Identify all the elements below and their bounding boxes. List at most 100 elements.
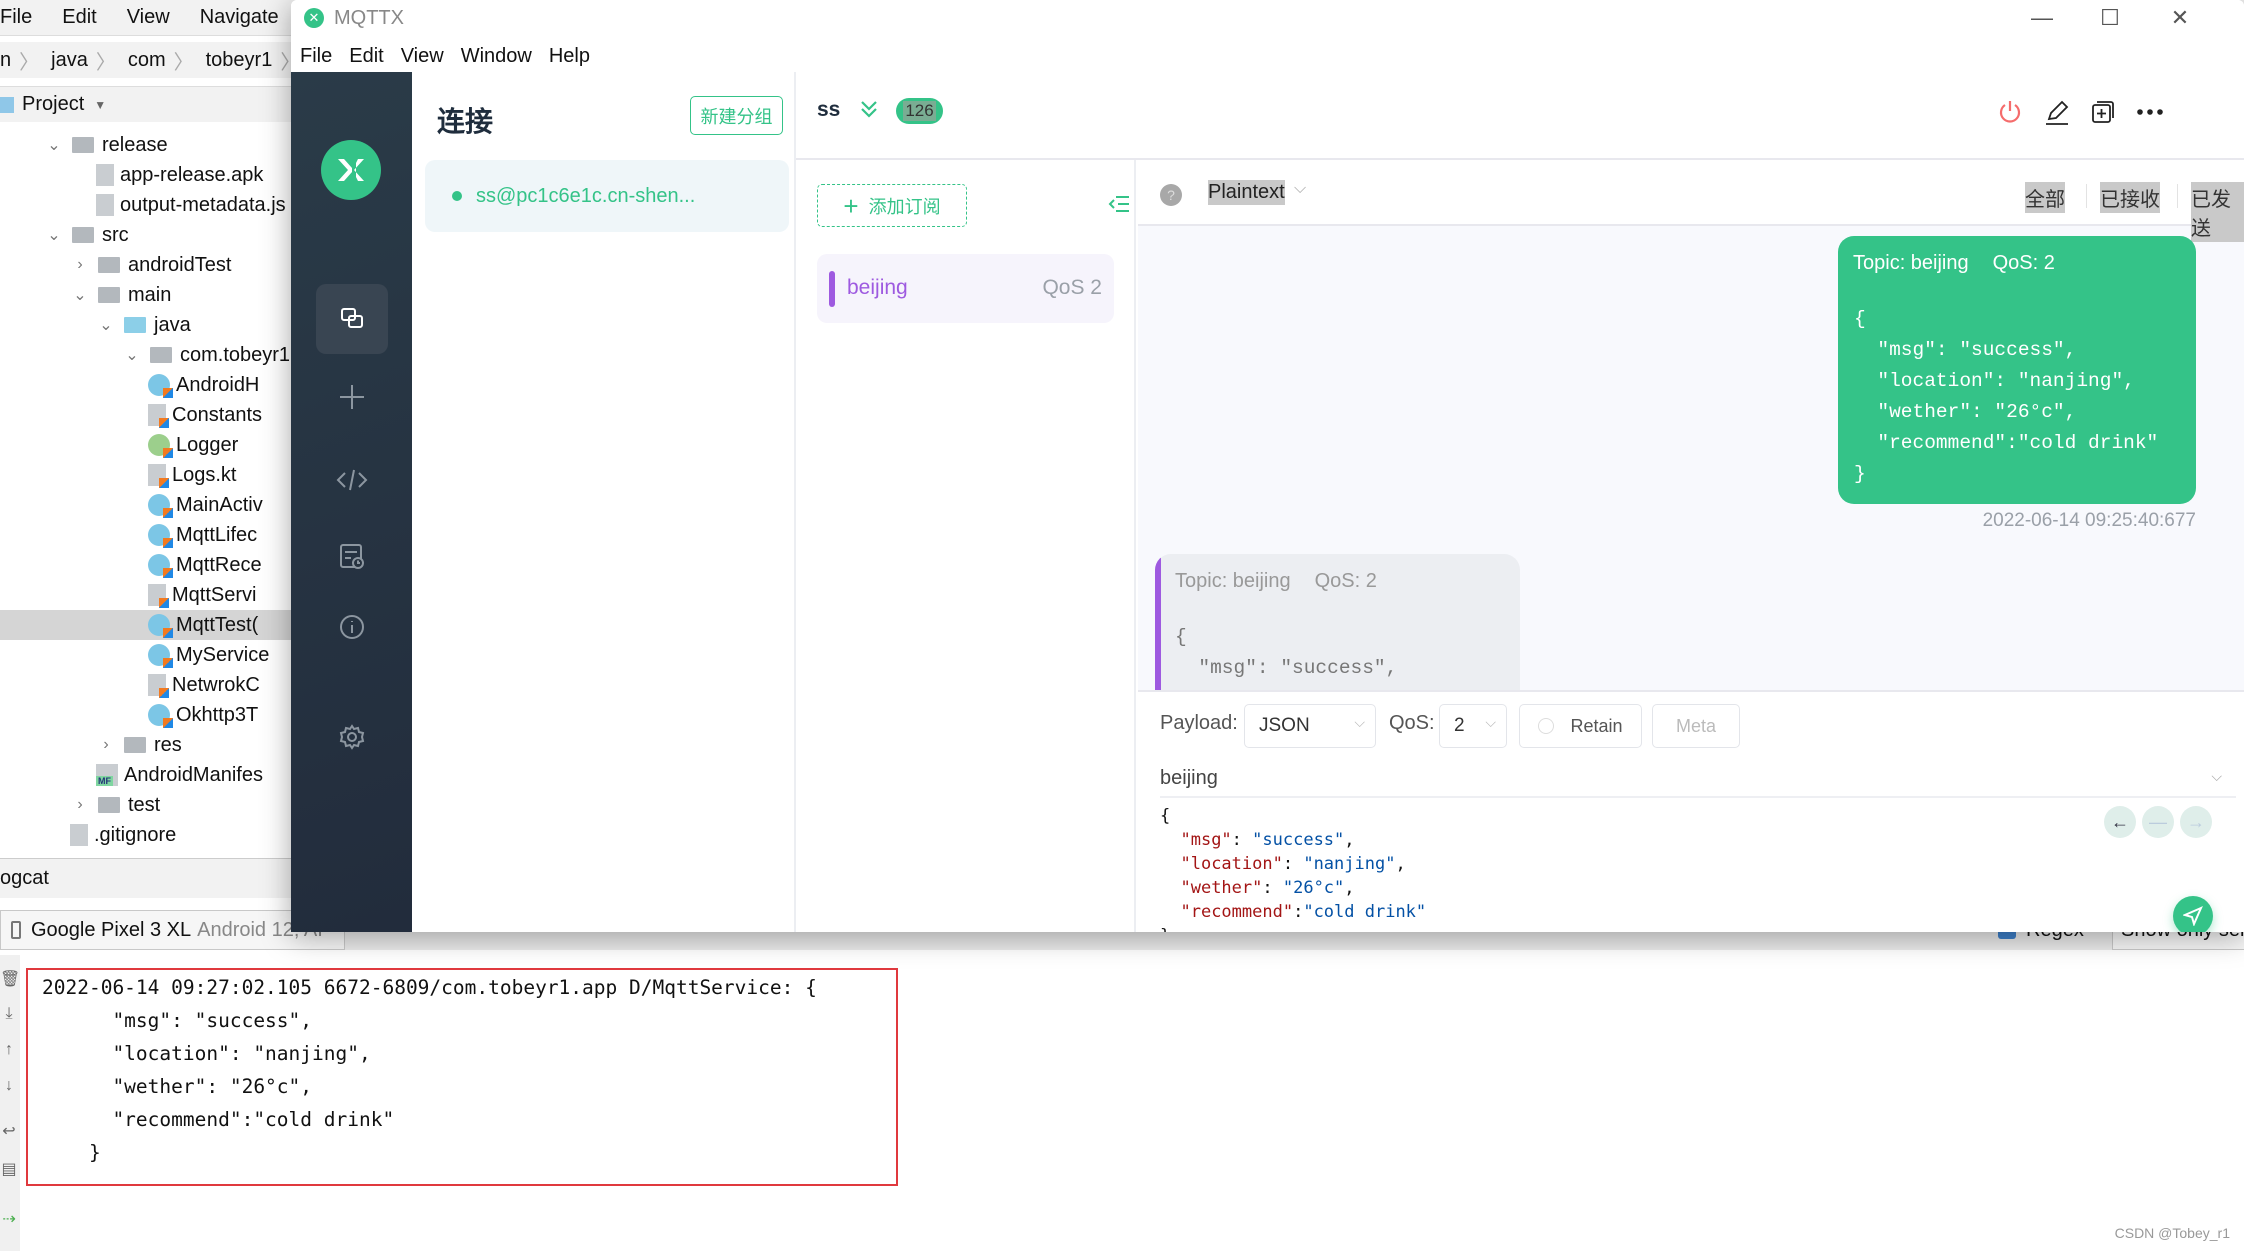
menu-help[interactable]: Help bbox=[549, 45, 590, 68]
chevron-down-icon[interactable]: ⌵ bbox=[2211, 768, 2222, 785]
tree-item[interactable]: › androidTest bbox=[0, 250, 231, 280]
logcat-tab[interactable]: ogcat bbox=[0, 858, 300, 898]
new-group-button[interactable]: 新建分组 bbox=[690, 96, 783, 135]
project-view-selector[interactable]: Project ▼ bbox=[0, 86, 300, 122]
as-menu-view[interactable]: View bbox=[127, 6, 170, 29]
filter-tab-all[interactable]: 全部 bbox=[2025, 182, 2065, 213]
tree-item[interactable]: MqttRece bbox=[0, 550, 262, 580]
print-icon[interactable]: ▤ bbox=[0, 1159, 18, 1181]
tree-item[interactable]: ⌄ java bbox=[0, 310, 190, 340]
subscription-item[interactable]: beijing QoS 2 bbox=[817, 254, 1114, 323]
menu-window[interactable]: Window bbox=[461, 45, 532, 68]
collapse-panel-icon[interactable] bbox=[1108, 194, 1130, 219]
nav-script[interactable] bbox=[316, 445, 388, 515]
file-icon bbox=[96, 164, 114, 186]
close-button[interactable]: ✕ bbox=[2145, 0, 2215, 36]
log-line: "recommend":"cold drink" bbox=[42, 1108, 395, 1131]
new-window-button[interactable] bbox=[2085, 94, 2121, 130]
nav-settings[interactable] bbox=[316, 702, 388, 772]
more-options-button[interactable] bbox=[2132, 94, 2168, 130]
restart-icon[interactable]: ⇢ bbox=[0, 1209, 18, 1231]
chevron-down-icon[interactable]: ⌄ bbox=[96, 315, 116, 335]
help-icon[interactable]: ? bbox=[1160, 184, 1182, 206]
tree-item[interactable]: Okhttp3T bbox=[0, 700, 258, 730]
subscription-color-bar bbox=[829, 271, 835, 307]
connection-item[interactable]: ss@pc1c6e1c.cn-shen... bbox=[425, 160, 789, 232]
menu-edit[interactable]: Edit bbox=[349, 45, 383, 68]
duplicate-add-icon bbox=[2092, 101, 2114, 123]
chevron-right-icon[interactable]: › bbox=[70, 256, 90, 274]
tree-item[interactable]: ⌄ src bbox=[0, 220, 128, 250]
tree-item[interactable]: MqttTest( bbox=[0, 610, 300, 640]
retain-toggle[interactable]: Retain bbox=[1519, 704, 1642, 748]
history-reset-button[interactable]: — bbox=[2142, 806, 2174, 838]
sent-message-bubble[interactable]: Topic: beijing QoS: 2 { "msg": "success",… bbox=[1838, 236, 2196, 504]
menu-view[interactable]: View bbox=[401, 45, 444, 68]
add-subscription-button[interactable]: + 添加订阅 bbox=[817, 184, 967, 227]
chevron-down-icon[interactable]: ⌄ bbox=[122, 345, 142, 365]
minus-icon: — bbox=[2149, 811, 2167, 832]
tree-item[interactable]: output-metadata.js bbox=[0, 190, 286, 220]
tree-item[interactable]: NetwrokC bbox=[0, 670, 260, 700]
nav-about[interactable] bbox=[316, 592, 388, 662]
tree-item-label: test bbox=[128, 793, 161, 816]
tree-item[interactable]: ⌄ main bbox=[0, 280, 171, 310]
tree-item[interactable]: app-release.apk bbox=[0, 160, 263, 190]
nav-log[interactable] bbox=[316, 521, 388, 591]
window-title: MQTTX bbox=[334, 6, 404, 29]
title-bar: ✕ MQTTX — ☐ ✕ bbox=[291, 0, 2244, 36]
history-prev-button[interactable]: ← bbox=[2104, 806, 2136, 838]
tree-item[interactable]: Logs.kt bbox=[0, 460, 236, 490]
history-next-button[interactable]: → bbox=[2180, 806, 2212, 838]
publish-topic-input[interactable]: beijing bbox=[1160, 760, 2236, 798]
chevron-down-icon[interactable]: ⌄ bbox=[44, 225, 64, 245]
scroll-to-end-icon[interactable]: ⤓ bbox=[0, 1005, 18, 1027]
meta-button[interactable]: Meta bbox=[1652, 704, 1740, 748]
tree-item[interactable]: .gitignore bbox=[0, 820, 176, 850]
tree-item[interactable]: Constants bbox=[0, 400, 262, 430]
tree-item[interactable]: MqttLifec bbox=[0, 520, 257, 550]
as-menu-navigate[interactable]: Navigate bbox=[200, 6, 279, 29]
menu-file[interactable]: File bbox=[300, 45, 332, 68]
payload-type-select[interactable]: Plaintext bbox=[1208, 180, 1285, 205]
tree-item[interactable]: AndroidH bbox=[0, 370, 259, 400]
disconnect-button[interactable] bbox=[1992, 94, 2028, 130]
payload-format-select[interactable]: JSON ⌵ bbox=[1244, 704, 1376, 748]
maximize-button[interactable]: ☐ bbox=[2075, 0, 2145, 36]
double-chevron-down-icon[interactable] bbox=[858, 98, 880, 126]
nav-new-connection[interactable] bbox=[316, 362, 388, 432]
soft-wrap-icon[interactable]: ↩ bbox=[0, 1121, 18, 1143]
breadcrumb-item[interactable]: tobeyr1 bbox=[206, 49, 273, 72]
tree-item[interactable]: Logger bbox=[0, 430, 238, 460]
tree-item[interactable]: › test bbox=[0, 790, 160, 820]
breadcrumb-item[interactable]: n bbox=[0, 49, 11, 72]
tree-item[interactable]: ⌄ release bbox=[0, 130, 167, 160]
qos-select[interactable]: 2 ⌵ bbox=[1439, 704, 1507, 748]
breadcrumb-item[interactable]: com bbox=[128, 49, 166, 72]
tree-item[interactable]: › res bbox=[0, 730, 181, 760]
arrow-up-icon[interactable]: ↑ bbox=[0, 1041, 18, 1063]
arrow-down-icon[interactable]: ↓ bbox=[0, 1077, 18, 1099]
tree-item-label: MqttLifec bbox=[176, 523, 258, 546]
filter-tab-sent[interactable]: 已发送 bbox=[2191, 182, 2244, 242]
tree-item[interactable]: ⌄ com.tobeyr1 bbox=[0, 340, 290, 370]
tree-item[interactable]: MyService bbox=[0, 640, 269, 670]
tree-item[interactable]: MainActiv bbox=[0, 490, 263, 520]
chevron-right-icon[interactable]: › bbox=[70, 796, 90, 814]
chevron-down-icon[interactable]: ⌄ bbox=[44, 135, 64, 155]
filter-tab-received[interactable]: 已接收 bbox=[2100, 182, 2160, 213]
tree-item[interactable]: AndroidManifes bbox=[0, 760, 263, 790]
trash-icon[interactable]: 🗑 bbox=[0, 969, 20, 991]
edit-connection-button[interactable] bbox=[2039, 94, 2075, 130]
tree-item[interactable]: MqttServi bbox=[0, 580, 256, 610]
chevron-right-icon[interactable]: › bbox=[96, 736, 116, 754]
breadcrumb-item[interactable]: java bbox=[51, 49, 88, 72]
received-message-bubble[interactable]: Topic: beijing QoS: 2 { "msg": "success",… bbox=[1155, 554, 1520, 704]
minimize-button[interactable]: — bbox=[2007, 0, 2077, 36]
nav-connections[interactable] bbox=[316, 284, 388, 354]
payload-editor[interactable]: { "msg": "success", "location": "nanjing… bbox=[1160, 804, 2160, 932]
chevron-down-icon[interactable]: ⌄ bbox=[70, 285, 90, 305]
as-menu-file[interactable]: File bbox=[0, 6, 32, 29]
send-button[interactable] bbox=[2173, 896, 2213, 932]
as-menu-edit[interactable]: Edit bbox=[62, 6, 96, 29]
